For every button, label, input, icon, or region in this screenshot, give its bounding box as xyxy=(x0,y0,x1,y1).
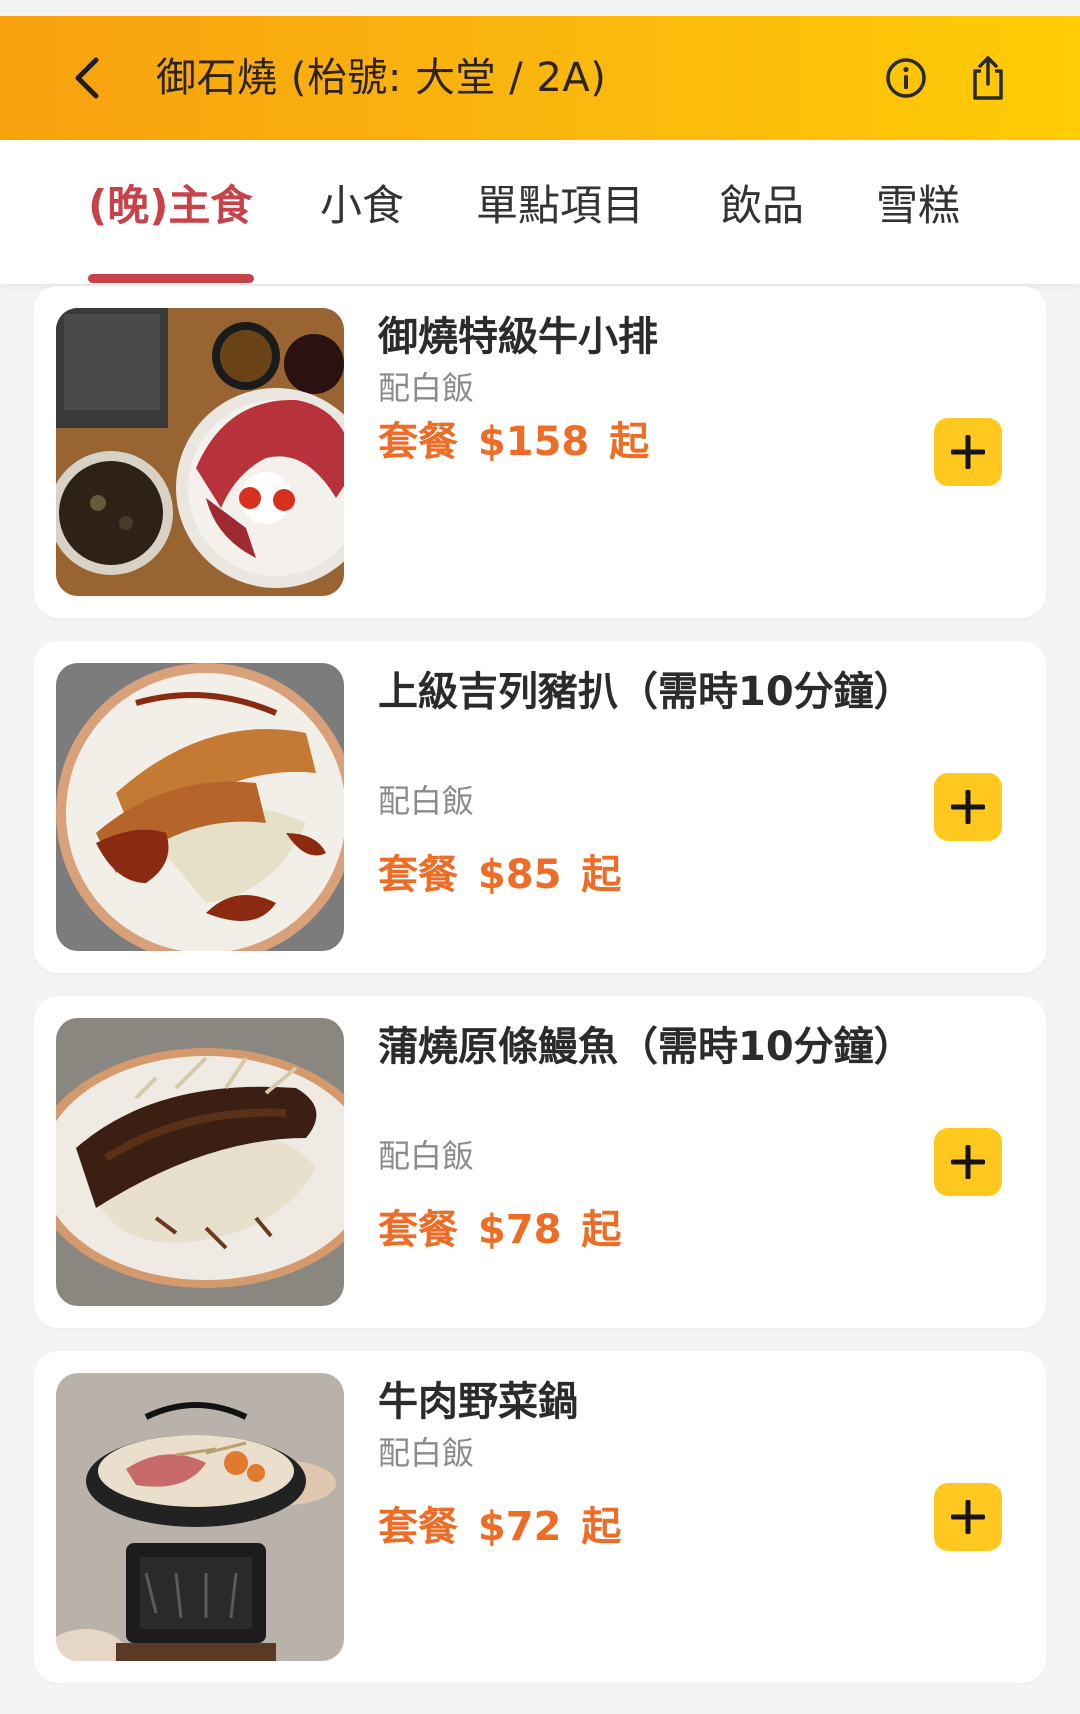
item-name: 蒲燒原條鰻魚（需時10分鐘） xyxy=(378,1024,914,1070)
item-price: 套餐 $72 起 xyxy=(378,1504,622,1550)
item-description: 配白飯 xyxy=(378,1434,475,1472)
add-button[interactable] xyxy=(934,1483,1002,1551)
food-image xyxy=(56,1373,344,1661)
add-button[interactable] xyxy=(934,773,1002,841)
active-tab-indicator xyxy=(88,274,254,283)
info-button[interactable] xyxy=(880,52,932,104)
status-strip xyxy=(0,0,1080,16)
menu-item-card[interactable]: 上級吉列豬扒（需時10分鐘） 配白飯 套餐 $85 起 xyxy=(34,641,1046,973)
item-name: 御燒特級牛小排 xyxy=(378,314,658,360)
back-button[interactable] xyxy=(62,50,112,106)
page-title: 御石燒 (枱號: 大堂 / 2A) xyxy=(156,55,607,101)
item-price: 套餐 $158 起 xyxy=(378,419,650,465)
item-description: 配白飯 xyxy=(378,1137,475,1175)
category-tabs: (晚)主食 小食 單點項目 飲品 雪糕 xyxy=(0,140,1080,284)
item-name: 上級吉列豬扒（需時10分鐘） xyxy=(378,669,914,715)
plus-icon xyxy=(951,1500,985,1534)
item-name: 牛肉野菜鍋 xyxy=(378,1379,578,1425)
tab-a-la-carte[interactable]: 單點項目 xyxy=(476,176,644,236)
item-price: 套餐 $85 起 xyxy=(378,852,622,898)
add-button[interactable] xyxy=(934,418,1002,486)
tab-drinks[interactable]: 飲品 xyxy=(720,176,804,236)
item-description: 配白飯 xyxy=(378,369,475,407)
plus-icon xyxy=(951,435,985,469)
tab-snacks[interactable]: 小食 xyxy=(320,176,404,236)
food-image xyxy=(56,1018,344,1306)
plus-icon xyxy=(951,1145,985,1179)
tab-main-dinner[interactable]: (晚)主食 xyxy=(88,176,252,236)
item-description: 配白飯 xyxy=(378,782,475,820)
food-image xyxy=(56,663,344,951)
menu-item-card[interactable]: 牛肉野菜鍋 配白飯 套餐 $72 起 xyxy=(34,1351,1046,1683)
share-button[interactable] xyxy=(962,50,1014,106)
chevron-left-icon xyxy=(75,57,99,99)
item-price: 套餐 $78 起 xyxy=(378,1207,622,1253)
plus-icon xyxy=(951,790,985,824)
food-image xyxy=(56,308,344,596)
menu-item-card[interactable]: 蒲燒原條鰻魚（需時10分鐘） 配白飯 套餐 $78 起 xyxy=(34,996,1046,1328)
info-icon xyxy=(886,58,926,98)
tab-ice-cream[interactable]: 雪糕 xyxy=(876,176,960,236)
app-header: 御石燒 (枱號: 大堂 / 2A) xyxy=(0,16,1080,140)
add-button[interactable] xyxy=(934,1128,1002,1196)
menu-item-card[interactable]: 御燒特級牛小排 配白飯 套餐 $158 起 xyxy=(34,286,1046,618)
share-icon xyxy=(973,56,1003,100)
